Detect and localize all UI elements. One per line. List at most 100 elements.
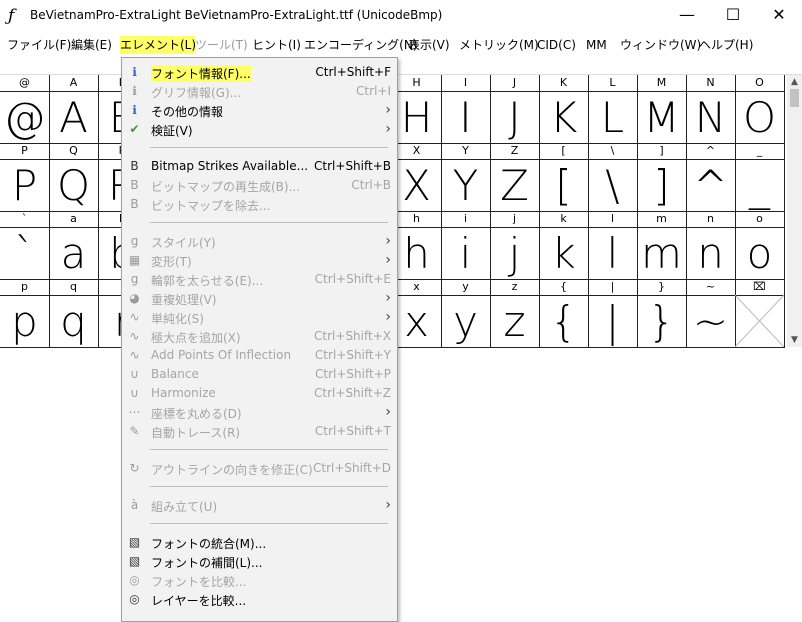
menu-item-bitmap-b[interactable]: B Bitmap Strikes Available... Ctrl+Shift+B bbox=[122, 157, 397, 176]
glyph-label: Q bbox=[49, 143, 98, 160]
menu-item-glyph-info[interactable]: ℹ グリフ情報(G)... Ctrl+I bbox=[122, 82, 397, 101]
glyph-cell[interactable]: NN bbox=[686, 75, 736, 144]
glyph-cell[interactable]: AA bbox=[49, 75, 99, 144]
menu-item-checkmark[interactable]: ✔ 検証(V) › bbox=[122, 120, 397, 139]
menu-view[interactable]: 表示(V) bbox=[408, 36, 450, 54]
glyph-cell[interactable]: mm bbox=[637, 211, 687, 280]
scroll-down-icon[interactable]: ▼ bbox=[787, 333, 802, 347]
menu-tools[interactable]: ツール(T) bbox=[195, 36, 248, 54]
glyph-cell[interactable]: jj bbox=[490, 211, 540, 280]
glyph-preview: h bbox=[403, 229, 430, 278]
menu-item-bitmap-remove[interactable]: B ビットマップを除去... bbox=[122, 195, 397, 214]
menu-item-balance[interactable]: ∪ Balance Ctrl+Shift+P bbox=[122, 365, 397, 384]
menu-item-bitmap-regenerate[interactable]: B ビットマップの再生成(B)... Ctrl+B bbox=[122, 176, 397, 195]
menu-cid[interactable]: CID(C) bbox=[537, 36, 576, 54]
menu-item-interpolate-fonts[interactable]: ▧ フォントの補間(L)... bbox=[122, 552, 397, 571]
glyph-cell[interactable]: ^ ^ bbox=[686, 143, 736, 212]
menu-mm[interactable]: MM bbox=[586, 36, 607, 54]
glyph-cell[interactable]: _ _ bbox=[735, 143, 785, 212]
menu-encoding[interactable]: エンコーディング(N) bbox=[304, 36, 418, 54]
glyph-cell[interactable]: [[ bbox=[539, 143, 589, 212]
glyph-preview: } bbox=[648, 297, 675, 346]
menu-item-embolden[interactable]: g 輪郭を太らせる(E)... Ctrl+Shift+E bbox=[122, 270, 397, 289]
glyph-info-icon: ℹ bbox=[132, 84, 137, 98]
bitmap-b-icon: B bbox=[130, 159, 139, 173]
element-menu-dropdown: ℹ フォント情報(F)... Ctrl+Shift+F ℹ グリフ情報(G)... Ctr… bbox=[121, 57, 398, 622]
glyph-cell[interactable]: MM bbox=[637, 75, 687, 144]
glyph-cell[interactable]: OO bbox=[735, 75, 785, 144]
glyph-cell[interactable]: \ \ bbox=[588, 143, 638, 212]
glyph-cell[interactable]: qq bbox=[49, 279, 99, 348]
menu-item-shortcut: Ctrl+B bbox=[351, 178, 391, 192]
glyph-cell[interactable]: oo bbox=[735, 211, 785, 280]
glyph-cell[interactable]: xx bbox=[392, 279, 442, 348]
close-button[interactable]: ✕ bbox=[756, 0, 802, 32]
menu-item-style[interactable]: g スタイル(Y) › bbox=[122, 232, 397, 251]
menu-item-autotrace[interactable]: ✎ 自動トレース(R) Ctrl+Shift+T bbox=[122, 422, 397, 441]
maximize-button[interactable]: ☐ bbox=[710, 0, 756, 32]
menu-item-add-extrema[interactable]: ∿ 極大点を追加(X) Ctrl+Shift+X bbox=[122, 327, 397, 346]
glyph-cell[interactable]: XX bbox=[392, 143, 442, 212]
bitmap-regenerate-icon: B bbox=[130, 178, 139, 192]
menu-item-add-inflection[interactable]: ∿ Add Points Of Inflection Ctrl+Shift+Y bbox=[122, 346, 397, 365]
menu-help[interactable]: ヘルプ(H) bbox=[699, 36, 753, 54]
menu-item-transform[interactable]: ▦ 変形(T) › bbox=[122, 251, 397, 270]
simplify-icon: ∿ bbox=[129, 310, 140, 324]
glyph-cell[interactable]: ZZ bbox=[490, 143, 540, 212]
menu-item-shortcut: Ctrl+Shift+D bbox=[313, 461, 391, 475]
menu-element[interactable]: エレメント(L) bbox=[120, 36, 197, 54]
menu-metrics[interactable]: メトリック(M) bbox=[459, 36, 539, 54]
glyph-cell[interactable]: ii bbox=[441, 211, 491, 280]
glyph-cell[interactable]: hh bbox=[392, 211, 442, 280]
menu-item-correct-direction[interactable]: ↻ アウトラインの向きを修正(C) Ctrl+Shift+D bbox=[122, 459, 397, 478]
menu-item-simplify[interactable]: ∿ 単純化(S) › bbox=[122, 308, 397, 327]
glyph-cell[interactable]: ~ ~ bbox=[686, 279, 736, 348]
glyph-cell[interactable]: @ @ bbox=[0, 75, 50, 144]
menu-item-label: Bitmap Strikes Available... bbox=[151, 159, 309, 173]
glyph-cell[interactable]: JJ bbox=[490, 75, 540, 144]
glyph-label: } bbox=[637, 279, 686, 296]
glyph-cell[interactable]: yy bbox=[441, 279, 491, 348]
menu-item-build[interactable]: à 組み立て(U) › bbox=[122, 496, 397, 515]
scroll-up-icon[interactable]: ▲ bbox=[787, 75, 802, 89]
glyph-cell[interactable]: YY bbox=[441, 143, 491, 212]
menu-item-font-info[interactable]: ℹ フォント情報(F)... Ctrl+Shift+F bbox=[122, 63, 397, 82]
menu-file[interactable]: ファイル(F) bbox=[7, 36, 71, 54]
menu-item-compare-layers[interactable]: ◎ レイヤーを比較... bbox=[122, 590, 397, 609]
glyph-cell[interactable]: nn bbox=[686, 211, 736, 280]
menu-hints[interactable]: ヒント(I) bbox=[252, 36, 301, 54]
menu-item-round-coords[interactable]: ⋯ 座標を丸める(D) › bbox=[122, 403, 397, 422]
glyph-cell[interactable]: pp bbox=[0, 279, 50, 348]
vertical-scrollbar[interactable]: ▲ ▼ bbox=[787, 75, 802, 347]
minimize-button[interactable]: — bbox=[664, 0, 710, 32]
glyph-cell[interactable]: zz bbox=[490, 279, 540, 348]
glyph-cell[interactable]: aa bbox=[49, 211, 99, 280]
menu-item-overlap[interactable]: ◕ 重複処理(V) › bbox=[122, 289, 397, 308]
menu-edit[interactable]: 編集(E) bbox=[71, 36, 112, 54]
glyph-cell[interactable]: ⌧ bbox=[735, 279, 785, 348]
menu-item-harmonize[interactable]: ∪ Harmonize Ctrl+Shift+Z bbox=[122, 384, 397, 403]
transform-icon: ▦ bbox=[128, 253, 141, 267]
add-inflection-icon: ∿ bbox=[129, 348, 140, 362]
glyph-cell[interactable]: {{ bbox=[539, 279, 589, 348]
menu-item-merge-fonts[interactable]: ▧ フォントの統合(M)... bbox=[122, 533, 397, 552]
glyph-cell[interactable]: KK bbox=[539, 75, 589, 144]
glyph-cell[interactable]: | | bbox=[588, 279, 638, 348]
glyph-cell[interactable]: HH bbox=[392, 75, 442, 144]
glyph-cell[interactable]: II bbox=[441, 75, 491, 144]
glyph-cell[interactable]: ll bbox=[588, 211, 638, 280]
glyph-cell[interactable]: ]] bbox=[637, 143, 687, 212]
menu-window[interactable]: ウィンドウ(W) bbox=[620, 36, 701, 54]
menu-item-info[interactable]: ℹ その他の情報 › bbox=[122, 101, 397, 120]
menu-item-compare-fonts[interactable]: ◎ フォントを比較... bbox=[122, 571, 397, 590]
menu-item-label: レイヤーを比較... bbox=[151, 594, 247, 608]
scroll-thumb[interactable] bbox=[790, 89, 799, 107]
glyph-cell[interactable]: ` ` bbox=[0, 211, 50, 280]
glyph-cell[interactable]: QQ bbox=[49, 143, 99, 212]
glyph-cell[interactable]: kk bbox=[539, 211, 589, 280]
glyph-cell[interactable]: LL bbox=[588, 75, 638, 144]
glyph-cell[interactable]: }} bbox=[637, 279, 687, 348]
glyph-preview: ^ bbox=[692, 161, 729, 210]
glyph-cell[interactable]: PP bbox=[0, 143, 50, 212]
menu-item-label: 輪郭を太らせる(E)... bbox=[151, 274, 264, 288]
